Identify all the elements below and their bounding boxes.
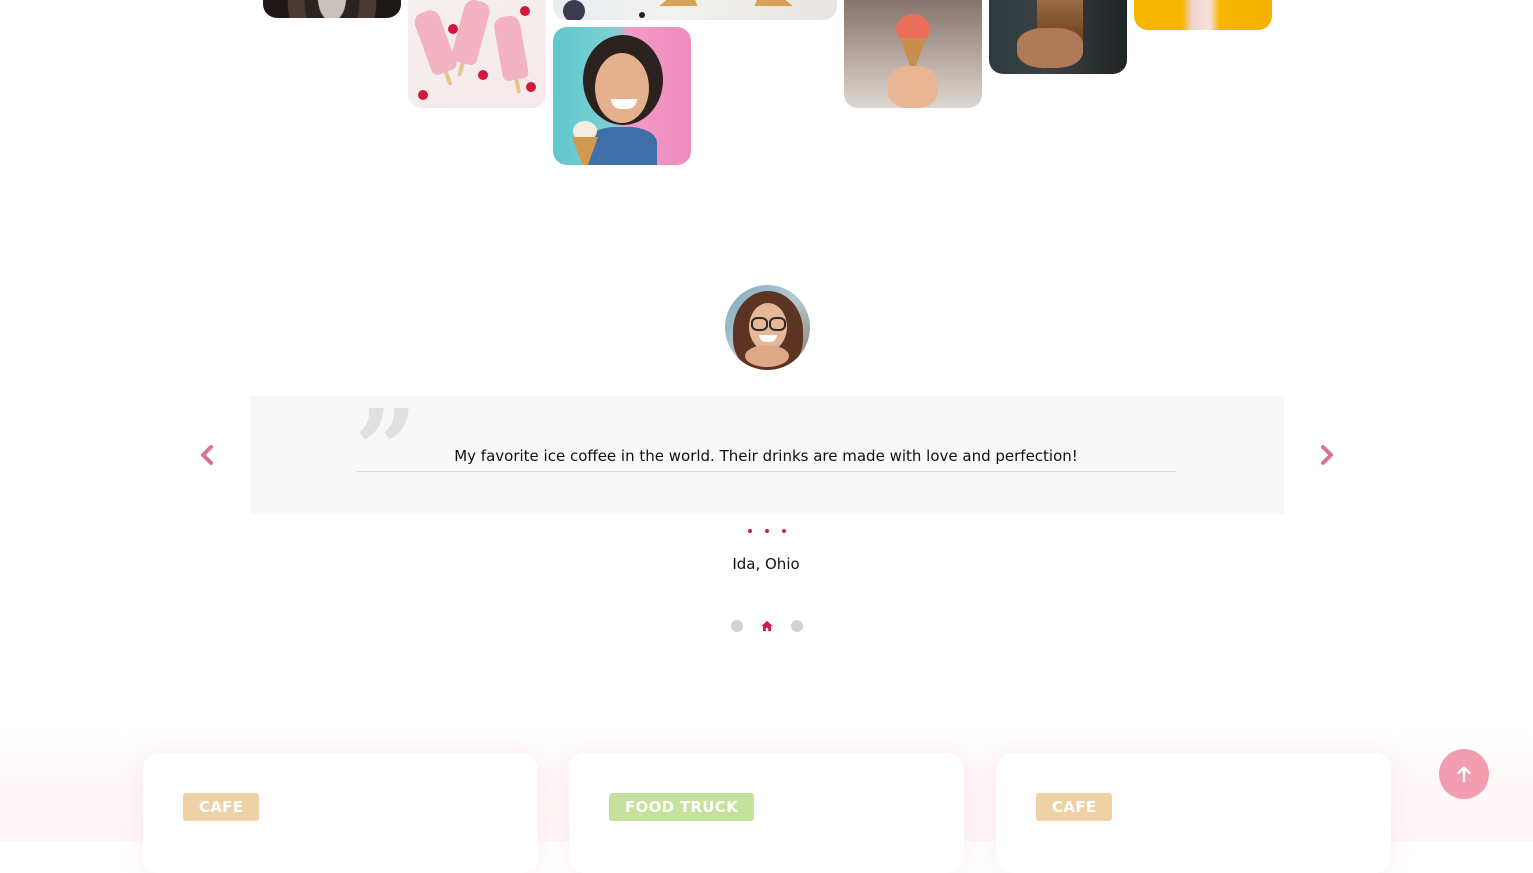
- home-icon: [761, 620, 773, 632]
- arrow-up-icon: [1457, 766, 1471, 783]
- slider-pagination: [731, 620, 803, 632]
- gallery-image-street-cone[interactable]: [844, 0, 982, 108]
- category-tag[interactable]: CAFE: [183, 793, 260, 821]
- gallery-image-iced-coffee[interactable]: [989, 0, 1127, 74]
- gallery-image-smiling-woman[interactable]: [553, 27, 691, 165]
- pagination-dot-2-active[interactable]: [761, 620, 773, 632]
- gallery-image-cones-flatlay[interactable]: [553, 0, 837, 20]
- pagination-dot-1[interactable]: [731, 620, 743, 632]
- testimonial-quote: My favorite ice coffee in the world. The…: [356, 447, 1176, 472]
- pagination-dot-3[interactable]: [791, 620, 803, 632]
- next-arrow-button[interactable]: [1315, 443, 1339, 467]
- gallery-image-dessert[interactable]: [263, 0, 401, 18]
- listing-card[interactable]: CAFE: [996, 753, 1391, 873]
- scroll-to-top-button[interactable]: [1439, 749, 1489, 799]
- category-tag[interactable]: FOOD TRUCK: [609, 793, 755, 821]
- previous-arrow-button[interactable]: [195, 443, 219, 467]
- chevron-right-icon: [1321, 445, 1333, 465]
- gallery-image-milkshake[interactable]: [1134, 0, 1272, 30]
- decorative-dots: [748, 529, 786, 533]
- listing-card[interactable]: FOOD TRUCK: [569, 753, 964, 873]
- testimonial-author: Ida, Ohio: [732, 555, 800, 573]
- listing-card[interactable]: CAFE: [143, 753, 538, 873]
- chevron-left-icon: [201, 445, 213, 465]
- category-tag[interactable]: CAFE: [1036, 793, 1113, 821]
- testimonial-avatar: [725, 285, 810, 370]
- gallery-image-popsicles[interactable]: [408, 0, 546, 108]
